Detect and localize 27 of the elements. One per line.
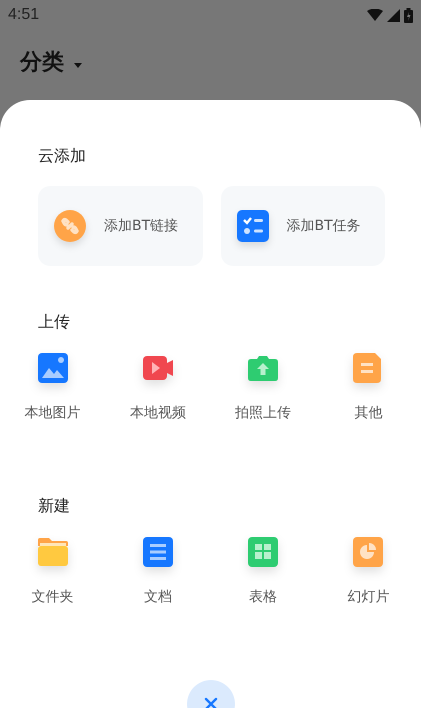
grid-item[interactable]: 表格: [210, 532, 316, 610]
grid-item[interactable]: 本地视频: [105, 348, 210, 426]
document-lines-icon: [142, 536, 174, 568]
grid-item[interactable]: 拍照上传: [210, 348, 316, 426]
grid-item[interactable]: 文件夹: [0, 532, 106, 610]
grid-item[interactable]: 幻灯片: [316, 532, 421, 610]
image-icon: [36, 352, 69, 384]
wifi-icon: [367, 9, 383, 21]
section-title: 新建: [37, 495, 71, 517]
checklist-icon: [236, 210, 268, 242]
section-title: 云添加: [37, 145, 87, 167]
action-card[interactable]: 添加BT任务: [220, 186, 385, 266]
grid-item[interactable]: 本地图片: [0, 348, 106, 426]
grid-icon: [247, 536, 280, 568]
action-card[interactable]: 添加BT链接: [38, 186, 202, 266]
link-icon: [54, 210, 86, 242]
caret-icon[interactable]: [74, 62, 82, 68]
pie-chart-icon: [352, 536, 384, 568]
section-title: 上传: [37, 311, 71, 333]
grid-item[interactable]: 文档: [105, 532, 210, 610]
close-icon: [204, 697, 218, 708]
grid-item[interactable]: 其他: [316, 348, 421, 426]
page-title[interactable]: 分类: [20, 47, 64, 83]
status-time: 4:51: [8, 6, 40, 24]
battery-icon: [404, 8, 413, 22]
signal-icon: [387, 8, 400, 22]
folder-icon: [36, 536, 69, 568]
